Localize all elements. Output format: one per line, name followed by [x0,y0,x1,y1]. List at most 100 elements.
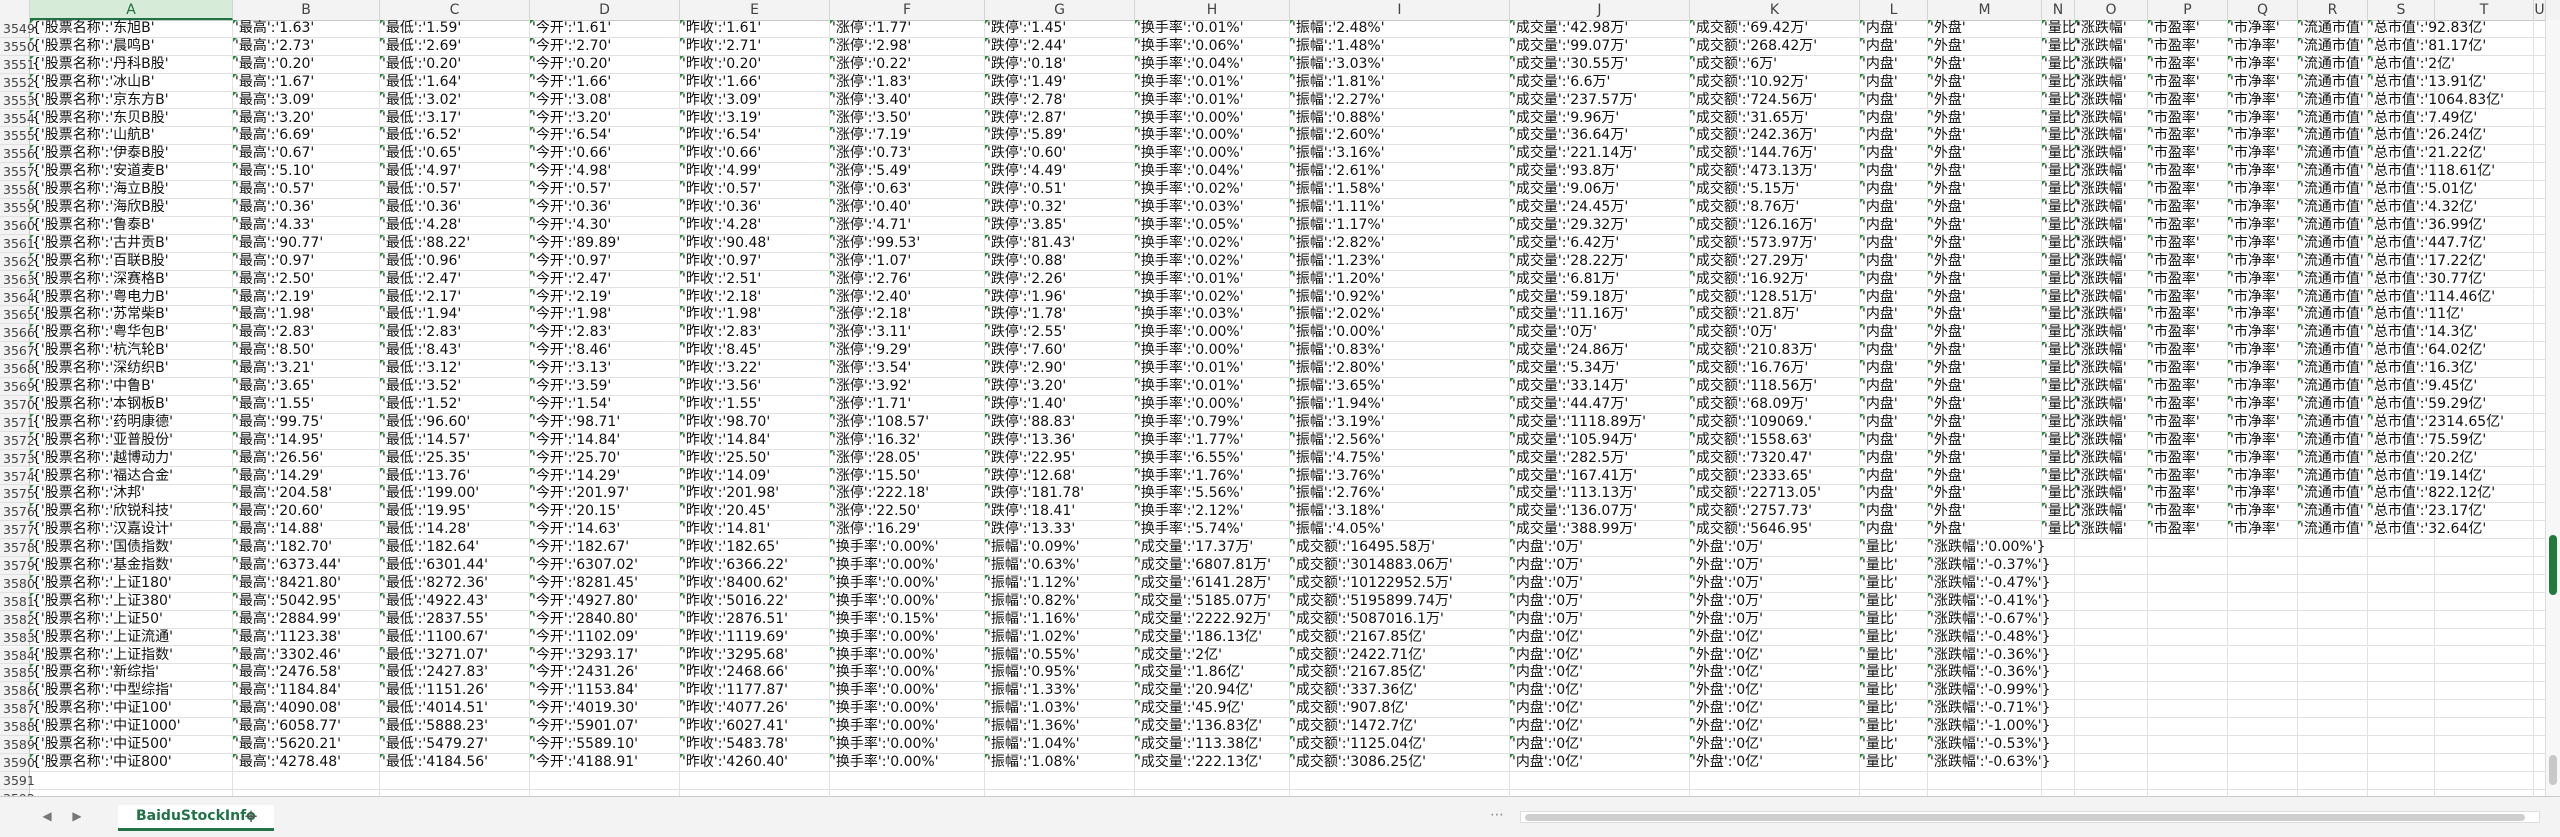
grid-cell[interactable] [2435,753,2534,772]
column-header-k[interactable]: K [1690,0,1860,20]
data-cell[interactable]: '涨跌幅' [2075,306,2148,324]
data-cell[interactable]: '涨跌幅' [2075,503,2148,521]
row-number[interactable]: 3555 [0,127,35,146]
row-number[interactable]: 3556 [0,145,35,164]
data-cell[interactable]: '外盘' [1928,485,2042,503]
data-cell[interactable]: '成交额':'10122952.5万' [1290,574,1510,593]
data-cell[interactable]: '今开':'5901.07' [530,718,680,736]
grid-cell[interactable] [2298,736,2368,754]
data-cell[interactable]: '成交量':'5185.07万' [1135,592,1290,611]
data-cell[interactable]: '振幅':'1.04%' [985,736,1135,754]
data-cell[interactable]: '最低':'4184.56' [380,753,530,772]
data-cell[interactable]: '市净率' [2228,37,2298,56]
data-cell[interactable]: '昨收':'3295.68' [680,646,830,665]
data-cell[interactable]: '振幅':'0.88%' [1290,109,1510,128]
data-cell[interactable]: '市净率' [2228,55,2298,74]
data-cell[interactable]: '量比' [2042,467,2080,486]
data-cell[interactable]: '振幅':'3.03%' [1290,55,1510,74]
data-cell[interactable]: '最高':'0.57' [233,181,380,199]
data-cell[interactable]: '最高':'0.20' [233,55,380,74]
data-cell[interactable]: '市盈率' [2148,127,2228,145]
data-cell[interactable]: '换手率':'0.01%' [1135,270,1290,289]
data-cell[interactable]: '内盘' [1860,360,1928,378]
data-cell[interactable]: '外盘' [1928,324,2042,342]
data-cell[interactable]: '成交额':'3086.25亿' [1290,753,1510,772]
grid-cell[interactable] [2435,718,2534,736]
data-cell[interactable]: '量比' [2042,73,2080,92]
row-number[interactable]: 3590 [0,753,35,772]
data-cell[interactable]: '最高':'2884.99' [233,610,380,629]
data-cell[interactable]: '外盘' [1928,216,2042,235]
row-number[interactable]: 3572 [0,431,35,450]
data-cell[interactable]: '换手率':'5.56%' [1135,485,1290,503]
data-cell[interactable]: '最高':'99.75' [233,413,380,432]
data-cell[interactable]: '外盘' [1928,378,2042,396]
data-cell[interactable]: '成交额':'0万' [1690,324,1860,342]
data-cell[interactable]: '外盘' [1928,91,2042,110]
data-cell[interactable]: '总市值':'81.17亿' [2368,37,2486,56]
data-cell[interactable]: '今开':'3.59' [530,378,680,396]
data-cell[interactable]: '最高':'0.97' [233,252,380,271]
data-cell[interactable]: '外盘' [1928,181,2042,199]
data-cell[interactable]: '流通市值' [2298,73,2368,92]
data-cell[interactable]: '外盘' [1928,73,2042,92]
horizontal-scrollbar[interactable] [1520,811,2540,823]
data-cell[interactable]: '最低':'1.59' [380,20,530,38]
data-cell[interactable]: '今开':'8281.45' [530,574,680,593]
data-cell[interactable]: '昨收':'2876.51' [680,610,830,629]
row-number[interactable]: 3585 [0,664,35,683]
column-header-u[interactable]: U [2534,0,2546,20]
data-cell[interactable]: '内盘' [1860,199,1928,217]
data-cell[interactable]: '量比' [2042,324,2080,342]
grid-cell[interactable] [2298,664,2368,683]
data-cell[interactable]: {'股票名称':'汉嘉设计' [30,521,233,539]
data-cell[interactable]: '内盘':'0万' [1510,557,1690,575]
data-cell[interactable]: '市盈率' [2148,270,2228,289]
data-cell[interactable]: '市净率' [2228,378,2298,396]
data-cell[interactable]: '最高':'1123.38' [233,628,380,647]
data-cell[interactable]: '量比' [2042,252,2080,271]
data-cell[interactable]: '市净率' [2228,199,2298,217]
data-cell[interactable]: '今开':'4.98' [530,163,680,181]
data-cell[interactable]: {'股票名称':'东贝B股' [30,109,233,128]
data-cell[interactable]: '量比' [2042,288,2080,307]
data-cell[interactable]: '涨停':'222.18' [830,485,985,503]
grid-cell[interactable] [2368,557,2435,575]
data-cell[interactable]: '最高':'4.33' [233,216,380,235]
row-number[interactable]: 3583 [0,628,35,647]
data-cell[interactable]: '内盘':'0亿' [1510,736,1690,754]
data-cell[interactable]: '最低':'2837.55' [380,610,530,629]
grid-cell[interactable] [2148,610,2228,629]
data-cell[interactable]: '成交量':'99.07万' [1510,37,1690,56]
grid-cell[interactable] [2228,610,2298,629]
data-cell[interactable]: '量比' [2042,216,2080,235]
grid-cell[interactable] [2148,736,2228,754]
data-cell[interactable]: '成交量':'6807.81万' [1135,557,1290,575]
data-cell[interactable]: '昨收':'2.83' [680,324,830,342]
data-cell[interactable]: '今开':'3293.17' [530,646,680,665]
data-cell[interactable]: '涨停':'3.50' [830,109,985,128]
data-cell[interactable]: '最低':'2.69' [380,37,530,56]
data-cell[interactable]: '内盘' [1860,109,1928,128]
grid-cell[interactable] [2075,610,2148,629]
data-cell[interactable]: '量比' [2042,413,2080,432]
data-cell[interactable]: '换手率':'0.04%' [1135,55,1290,74]
data-cell[interactable]: '涨跌幅':'-0.48%'} [1928,628,2051,647]
data-cell[interactable]: '总市值':'19.14亿' [2368,467,2486,486]
data-cell[interactable]: '成交量':'36.64万' [1510,127,1690,145]
data-cell[interactable]: '市盈率' [2148,288,2228,307]
data-cell[interactable]: '市净率' [2228,360,2298,378]
data-cell[interactable]: '最高':'14.95' [233,431,380,450]
data-cell[interactable]: '成交额':'16.92万' [1690,270,1860,289]
data-cell[interactable]: '振幅':'2.02%' [1290,306,1510,324]
grid-cell[interactable] [380,771,530,790]
data-cell[interactable]: '跌停':'2.26' [985,270,1135,289]
data-cell[interactable]: '最低':'0.65' [380,145,530,163]
grid-cell[interactable] [2228,574,2298,593]
data-cell[interactable]: '流通市值' [2298,37,2368,56]
data-cell[interactable]: '昨收':'1119.69' [680,628,830,647]
grid-cell[interactable] [2148,592,2228,611]
data-cell[interactable]: '外盘' [1928,413,2042,432]
data-cell[interactable]: {'股票名称':'基金指数' [30,557,233,575]
grid-cell[interactable] [2075,574,2148,593]
